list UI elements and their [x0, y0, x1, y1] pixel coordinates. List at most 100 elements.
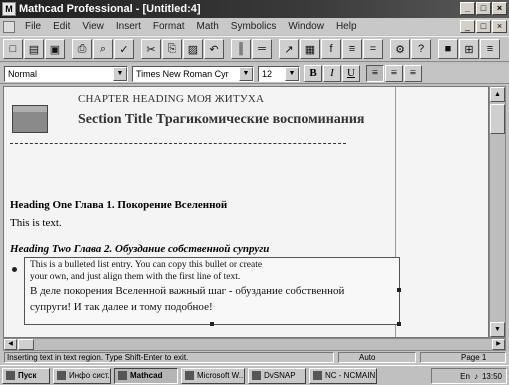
undo-icon: ↶ — [209, 43, 219, 56]
bullet-line-1: This is a bulleted list entry. You can c… — [30, 260, 263, 270]
doc-close-button[interactable]: × — [492, 20, 507, 33]
calculate-button[interactable]: = — [363, 39, 383, 59]
print-preview-button[interactable]: ⌕ — [93, 39, 113, 59]
app-icon — [185, 371, 194, 380]
paste-icon: ▨ — [187, 43, 199, 56]
underline-button[interactable]: U — [342, 65, 360, 82]
scroll-right-icon[interactable]: ▶ — [492, 339, 505, 350]
chapter-heading[interactable]: CHAPTER HEADING МОЯ ЖИТУХА — [78, 93, 264, 105]
scroll-left-icon[interactable]: ◀ — [4, 339, 17, 350]
windows-logo-icon — [6, 371, 15, 380]
bullet-line-4: супруги! И так далее и тому подобное! — [30, 301, 213, 313]
menu-help[interactable]: Help — [330, 21, 363, 32]
doc-restore-button[interactable]: □ — [476, 20, 491, 33]
resize-handle-corner[interactable] — [397, 322, 401, 326]
task-dvsnap[interactable]: DvSNAP — [248, 367, 306, 384]
insert-graph-button[interactable]: ↗ — [279, 39, 299, 59]
formatting-toolbar: Normal ▼ Times New Roman Cyr ▼ 12 ▼ B I … — [0, 64, 509, 84]
task-label: NC - NCMAIN — [325, 371, 376, 380]
doc-minimize-button[interactable]: _ — [460, 20, 475, 33]
insert-function-button[interactable]: f — [321, 39, 341, 59]
font-select[interactable]: Times New Roman Cyr ▼ — [132, 65, 254, 82]
task-mathcad[interactable]: Mathcad — [114, 367, 178, 384]
app-icon — [252, 371, 261, 380]
menu-format[interactable]: Format — [147, 21, 191, 32]
mathcad-app-icon[interactable]: M — [2, 2, 16, 16]
spell-check-button[interactable]: ✓ — [114, 39, 134, 59]
insert-matrix-button[interactable]: ▦ — [300, 39, 320, 59]
open-button[interactable]: ▤ — [24, 39, 44, 59]
body-text[interactable]: This is text. — [10, 217, 62, 229]
chevron-down-icon[interactable]: ▼ — [239, 66, 253, 81]
heading-two[interactable]: Heading Two Глава 2. Обуздание собственн… — [10, 243, 269, 255]
help-button[interactable]: ? — [411, 39, 431, 59]
task-microsoft-word[interactable]: Microsoft W... — [181, 367, 245, 384]
chevron-down-icon[interactable]: ▼ — [285, 66, 299, 81]
start-button[interactable]: Пуск — [2, 367, 50, 384]
align-left-button[interactable]: ≡ — [366, 65, 384, 82]
insert-unit-icon: ≡ — [348, 43, 356, 55]
chevron-down-icon[interactable]: ▼ — [113, 66, 127, 81]
menu-insert[interactable]: Insert — [110, 21, 147, 32]
task-system-info[interactable]: Инфо сист... — [53, 367, 111, 384]
component-button[interactable]: ⚙ — [390, 39, 410, 59]
resource-center-button[interactable]: ■ — [438, 39, 458, 59]
maximize-button[interactable]: □ — [476, 2, 491, 15]
menu-file[interactable]: File — [19, 21, 47, 32]
italic-button[interactable]: I — [323, 65, 341, 82]
paste-button[interactable]: ▨ — [183, 39, 203, 59]
undo-button[interactable]: ↶ — [204, 39, 224, 59]
menu-edit[interactable]: Edit — [47, 21, 76, 32]
new-button[interactable]: □ — [3, 39, 23, 59]
arrange-button[interactable]: ≡ — [480, 39, 500, 59]
section-title[interactable]: Section Title Трагикомические воспоминан… — [78, 112, 364, 128]
vertical-scroll-thumb[interactable] — [490, 104, 505, 134]
speaker-icon[interactable]: ♪ — [474, 372, 478, 381]
task-label: Инфо сист... — [69, 371, 111, 380]
style-select[interactable]: Normal ▼ — [4, 65, 128, 82]
scroll-down-icon[interactable]: ▼ — [490, 322, 505, 337]
task-nc-ncmain[interactable]: NC - NCMAIN — [309, 367, 377, 384]
insert-graph-icon: ↗ — [284, 43, 294, 56]
align-center-button[interactable]: ≡ — [385, 65, 403, 82]
align-right-button[interactable]: ≡ — [404, 65, 422, 82]
bulleted-text-region[interactable]: This is a bulleted list entry. You can c… — [24, 257, 401, 326]
print-button[interactable]: ⎙ — [72, 39, 92, 59]
resource-center-icon: ■ — [444, 43, 452, 55]
save-button[interactable]: ▣ — [45, 39, 65, 59]
cut-button[interactable]: ✂ — [141, 39, 161, 59]
align-horizontal-icon: ═ — [258, 43, 266, 55]
resize-handle-bottom[interactable] — [210, 322, 214, 326]
close-button[interactable]: × — [492, 2, 507, 15]
language-indicator[interactable]: En — [460, 372, 470, 381]
vertical-scrollbar[interactable]: ▲ ▼ — [489, 86, 506, 338]
scroll-up-icon[interactable]: ▲ — [490, 87, 505, 102]
copy-button[interactable]: ⎘ — [162, 39, 182, 59]
clock: 13:50 — [481, 371, 502, 381]
app-icon — [313, 371, 322, 380]
insert-unit-button[interactable]: ≡ — [342, 39, 362, 59]
dashed-divider — [10, 143, 346, 144]
align-vertical-button[interactable]: ║ — [231, 39, 251, 59]
menu-math[interactable]: Math — [191, 21, 225, 32]
document-icon[interactable] — [3, 20, 15, 33]
resize-handle-right[interactable] — [397, 288, 401, 292]
menu-window[interactable]: Window — [282, 21, 330, 32]
bullet-line-3: В деле покорения Вселенной важный шаг - … — [30, 285, 345, 297]
bullet-line-2: your own, and just align them with the f… — [30, 272, 241, 282]
menu-symbolics[interactable]: Symbolics — [225, 21, 283, 32]
align-horizontal-button[interactable]: ═ — [252, 39, 272, 59]
horizontal-scrollbar[interactable]: ◀ ▶ — [3, 338, 506, 351]
heading-one[interactable]: Heading One Глава 1. Покорение Вселенной — [10, 199, 227, 211]
font-size-value: 12 — [262, 68, 273, 79]
align-vertical-icon: ║ — [237, 43, 245, 55]
tile-button[interactable]: ⊞ — [459, 39, 479, 59]
horizontal-scroll-thumb[interactable] — [18, 339, 34, 350]
window-title: Mathcad Professional - [Untitled:4] — [19, 3, 201, 15]
font-size-select[interactable]: 12 ▼ — [258, 65, 300, 82]
minimize-button[interactable]: _ — [460, 2, 475, 15]
calc-mode-indicator: Auto — [338, 352, 416, 363]
bold-button[interactable]: B — [304, 65, 322, 82]
menu-view[interactable]: View — [76, 21, 110, 32]
worksheet-canvas[interactable]: CHAPTER HEADING МОЯ ЖИТУХА Section Title… — [3, 86, 489, 338]
